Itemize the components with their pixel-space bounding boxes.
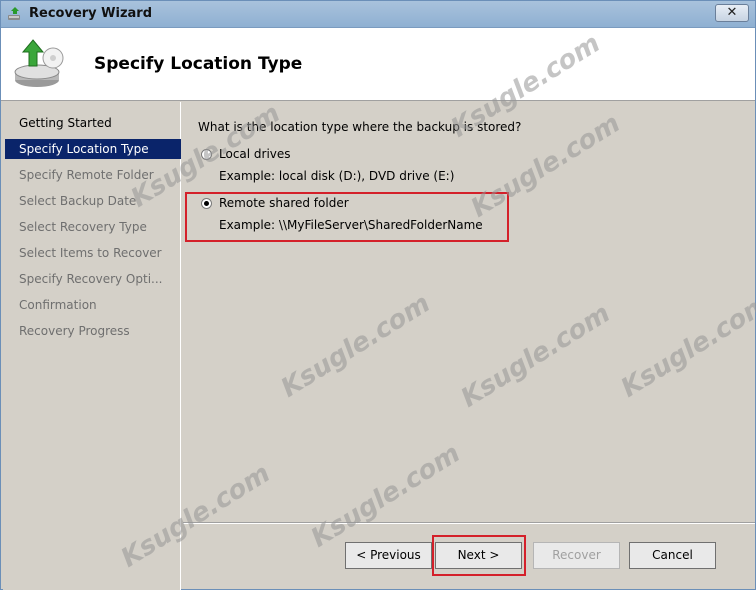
nav-item-specify-recovery-options: Specify Recovery Opti... — [19, 272, 163, 286]
cancel-button[interactable]: Cancel — [629, 542, 716, 569]
page-title: Specify Location Type — [94, 54, 303, 74]
recovery-wizard-window: Recovery Wizard ✕ Specify Location Type … — [0, 0, 756, 590]
local-drives-radio[interactable] — [201, 149, 212, 160]
close-button[interactable]: ✕ — [715, 4, 749, 22]
nav-item-confirmation: Confirmation — [19, 298, 97, 312]
window-title: Recovery Wizard — [29, 6, 153, 21]
recover-button: Recover — [533, 542, 620, 569]
local-drives-label[interactable]: Local drives — [219, 147, 291, 161]
previous-button[interactable]: < Previous — [345, 542, 432, 569]
wizard-app-icon — [8, 7, 20, 20]
wizard-header: Specify Location Type — [1, 28, 755, 101]
location-type-question: What is the location type where the back… — [198, 120, 522, 134]
title-bar[interactable]: Recovery Wizard ✕ — [1, 1, 755, 28]
wizard-steps-nav: Getting Started Specify Location Type Sp… — [3, 102, 181, 590]
nav-item-select-recovery-type: Select Recovery Type — [19, 220, 147, 234]
nav-item-select-backup-date: Select Backup Date — [19, 194, 137, 208]
remote-option-highlight-box — [185, 192, 509, 242]
nav-item-specify-location-type[interactable]: Specify Location Type — [5, 139, 181, 159]
close-icon: ✕ — [726, 5, 738, 20]
backup-recovery-icon — [14, 39, 64, 87]
nav-item-recovery-progress: Recovery Progress — [19, 324, 130, 338]
nav-item-select-items-to-recover: Select Items to Recover — [19, 246, 162, 260]
nav-item-specify-remote-folder: Specify Remote Folder — [19, 168, 154, 182]
next-button-highlight-box — [432, 535, 526, 576]
content-panel: What is the location type where the back… — [183, 102, 755, 522]
local-drives-example: Example: local disk (D:), DVD drive (E:) — [219, 169, 455, 183]
button-area-divider — [183, 522, 755, 524]
nav-item-getting-started[interactable]: Getting Started — [5, 113, 181, 133]
